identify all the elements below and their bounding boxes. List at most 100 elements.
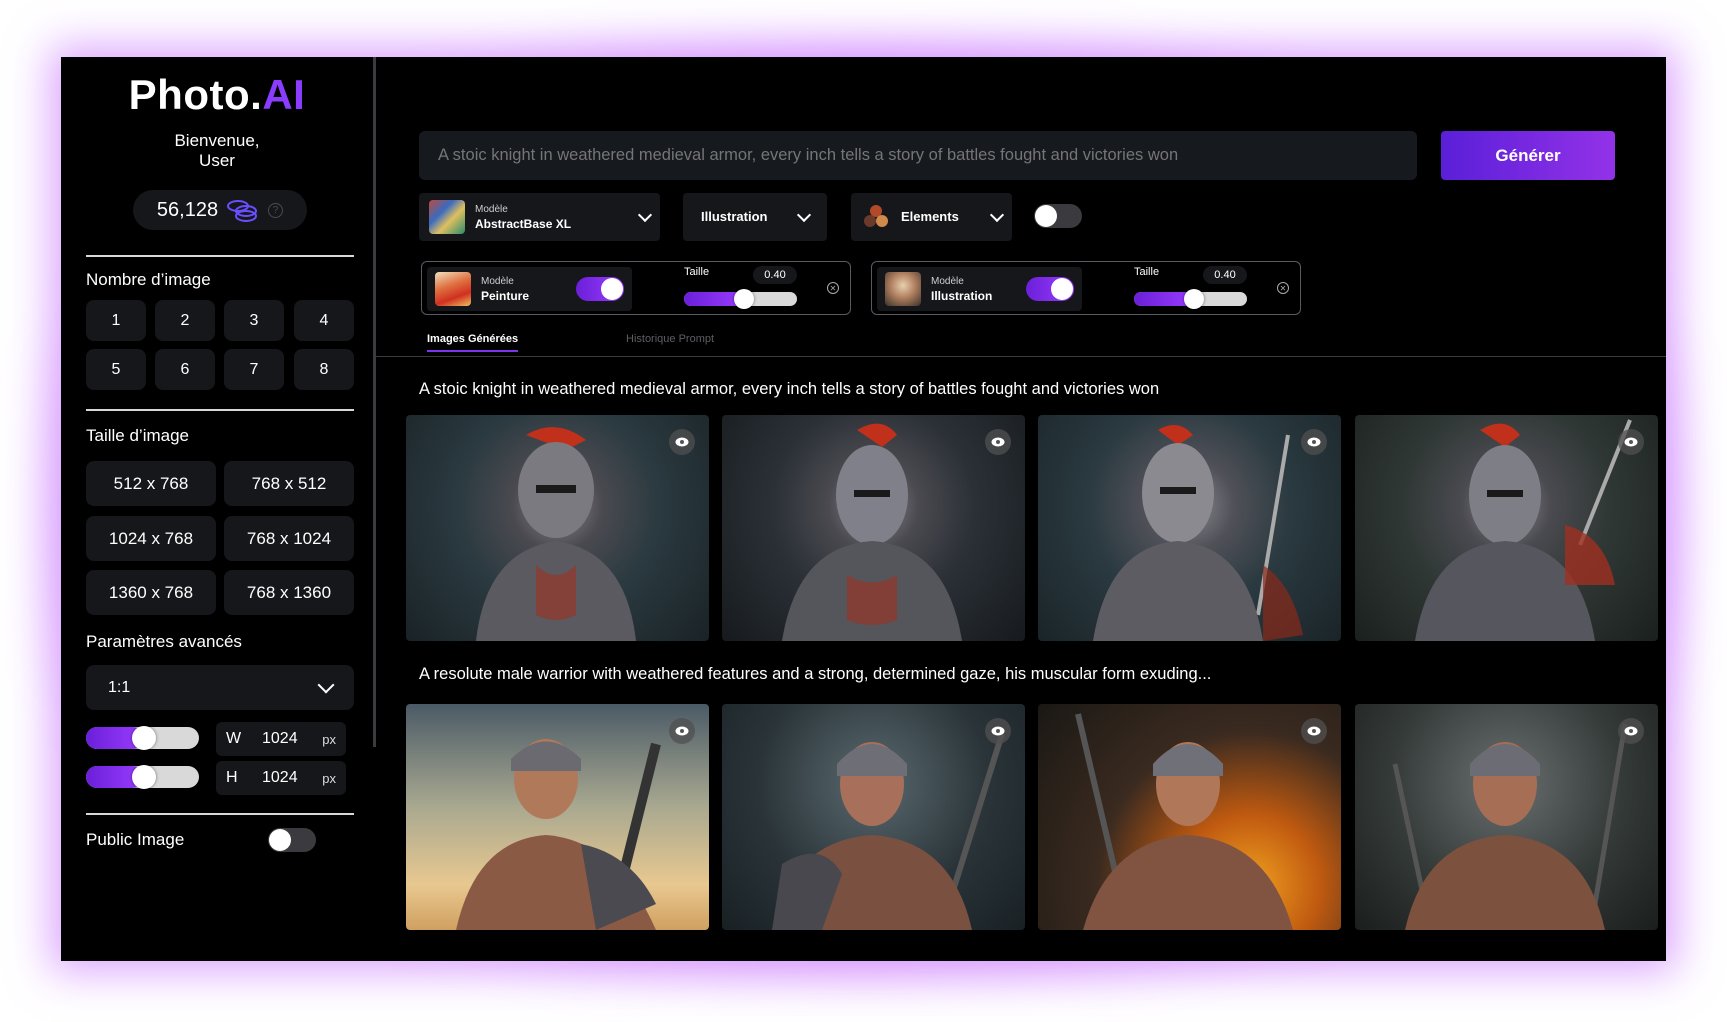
lora-size-value: 0.40: [753, 266, 797, 284]
chevron-down-icon: [317, 676, 335, 693]
coins-icon: [227, 200, 258, 222]
lora-slider-knob[interactable]: [1184, 289, 1204, 309]
lora-enable-toggle[interactable]: [1026, 277, 1074, 301]
toggle-knob: [269, 829, 291, 851]
size-option-768x512[interactable]: 768 x 512: [224, 461, 354, 506]
credits-badge: 56,128 ?: [133, 190, 307, 230]
logo: Photo.AI: [128, 71, 306, 118]
toggle-knob: [1051, 278, 1073, 300]
lora-name: Peinture: [481, 288, 530, 303]
width-unit: px: [322, 731, 336, 747]
help-icon[interactable]: ?: [268, 202, 284, 218]
width-value: 1024: [262, 730, 298, 747]
eye-icon[interactable]: [1301, 718, 1327, 744]
count-option-8[interactable]: 8: [294, 349, 354, 390]
lora-name: Illustration: [931, 288, 993, 303]
sidebar: Photo.AI Bienvenue, User 56,128 ? Nombre…: [61, 57, 373, 961]
warrior-image: [1392, 723, 1628, 930]
result-prompt-2: A resolute male warrior with weathered f…: [419, 665, 1212, 683]
knight-image: [1093, 425, 1303, 641]
height-unit: px: [322, 770, 336, 786]
lora-size-value: 0.40: [1203, 266, 1247, 284]
eye-icon[interactable]: [985, 718, 1011, 744]
close-icon[interactable]: ✕: [1277, 282, 1289, 294]
generated-image[interactable]: [406, 415, 709, 641]
lora-model-selector[interactable]: Modèle Illustration: [877, 267, 1082, 311]
model-caption: Modèle: [475, 203, 508, 215]
lora-size-slider[interactable]: [1134, 289, 1247, 309]
lora-enable-toggle[interactable]: [576, 277, 624, 301]
eye-icon[interactable]: [1301, 429, 1327, 455]
size-option-768x1360[interactable]: 768 x 1360: [224, 570, 354, 615]
eye-icon[interactable]: [669, 718, 695, 744]
generated-image[interactable]: [722, 704, 1025, 930]
height-slider-knob[interactable]: [132, 765, 156, 789]
elements-toggle[interactable]: [1034, 204, 1082, 228]
warrior-image: [772, 733, 1005, 930]
count-option-7[interactable]: 7: [224, 349, 284, 390]
model-dropdown[interactable]: Modèle AbstractBase XL: [419, 193, 660, 241]
app-window: Photo.AI Bienvenue, User 56,128 ? Nombre…: [61, 57, 1666, 961]
tab-generated-images[interactable]: Images Générées: [427, 333, 519, 352]
result-prompt-1: A stoic knight in weathered medieval arm…: [419, 380, 1160, 398]
credits-amount: 56,128: [156, 198, 219, 221]
welcome-text: Bienvenue, User: [61, 131, 373, 171]
eye-icon[interactable]: [669, 429, 695, 455]
style-value: Illustration: [701, 209, 768, 224]
ratio-value: 1:1: [108, 678, 131, 696]
size-option-512x768[interactable]: 512 x 768: [86, 461, 216, 506]
lora-caption: Modèle: [931, 275, 964, 287]
generated-image[interactable]: [406, 704, 709, 930]
count-option-5[interactable]: 5: [86, 349, 146, 390]
lora-slider-knob[interactable]: [734, 289, 754, 309]
tab-prompt-history[interactable]: Historique Prompt: [626, 333, 714, 345]
prompt-input[interactable]: [419, 131, 1417, 180]
lora-card-illustration: Modèle Illustration Taille 0.40 ✕: [871, 261, 1301, 315]
width-slider[interactable]: [86, 726, 199, 750]
lora-size-slider[interactable]: [684, 289, 797, 309]
width-label: W: [226, 730, 242, 747]
size-option-1360x768[interactable]: 1360 x 768: [86, 570, 216, 615]
style-dropdown[interactable]: Illustration: [683, 193, 827, 241]
lora-model-selector[interactable]: Modèle Peinture: [427, 267, 632, 311]
result-tabs: Images Générées Historique Prompt: [376, 333, 1666, 357]
height-label: H: [226, 769, 238, 786]
image-size-title: Taille d’image: [86, 426, 189, 445]
height-slider[interactable]: [86, 765, 199, 789]
generate-button[interactable]: Générer: [1441, 131, 1615, 180]
count-option-2[interactable]: 2: [155, 300, 215, 341]
public-image-label: Public Image: [86, 830, 185, 849]
user-name: User: [199, 151, 235, 170]
ratio-select[interactable]: 1:1: [86, 665, 354, 710]
generated-image[interactable]: [1355, 415, 1658, 641]
size-option-1024x768[interactable]: 1024 x 768: [86, 516, 216, 561]
count-option-3[interactable]: 3: [224, 300, 284, 341]
elements-dropdown[interactable]: Elements: [851, 193, 1012, 241]
generated-image[interactable]: [1038, 704, 1341, 930]
public-image-toggle[interactable]: [268, 828, 316, 852]
image-count-title: Nombre d’image: [86, 270, 211, 289]
knight-image: [1415, 419, 1632, 641]
toggle-knob: [1035, 205, 1057, 227]
advanced-title: Paramètres avancés: [86, 632, 242, 651]
width-slider-knob[interactable]: [132, 726, 156, 750]
elements-icon: [864, 205, 888, 227]
height-field[interactable]: H 1024 px: [216, 761, 346, 795]
height-value: 1024: [262, 769, 298, 786]
close-icon[interactable]: ✕: [827, 282, 839, 294]
eye-icon[interactable]: [1618, 718, 1644, 744]
eye-icon[interactable]: [1618, 429, 1644, 455]
lora-caption: Modèle: [481, 275, 514, 287]
count-option-1[interactable]: 1: [86, 300, 146, 341]
size-option-768x1024[interactable]: 768 x 1024: [224, 516, 354, 561]
generated-image[interactable]: [722, 415, 1025, 641]
generated-image[interactable]: [1355, 704, 1658, 930]
generated-image[interactable]: [1038, 415, 1341, 641]
model-thumbnail: [429, 200, 465, 234]
count-option-4[interactable]: 4: [294, 300, 354, 341]
lora-thumbnail: [435, 272, 471, 306]
eye-icon[interactable]: [985, 429, 1011, 455]
width-field[interactable]: W 1024 px: [216, 722, 346, 756]
count-option-6[interactable]: 6: [155, 349, 215, 390]
lora-size-label: Taille: [684, 266, 710, 278]
